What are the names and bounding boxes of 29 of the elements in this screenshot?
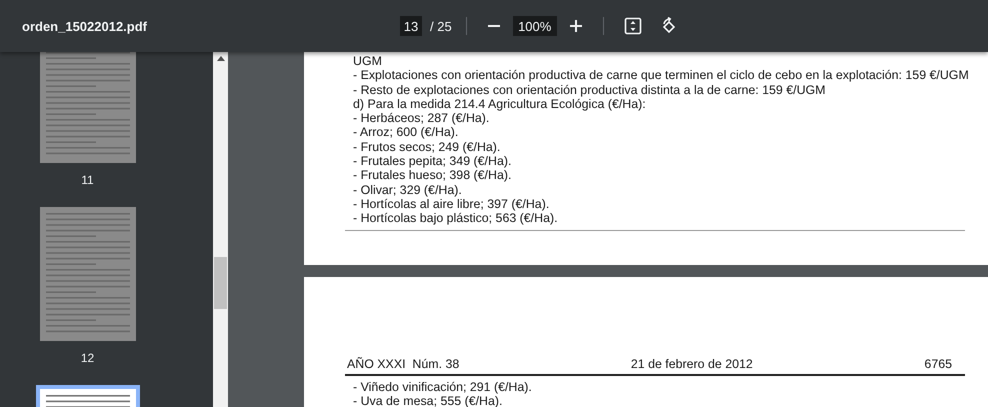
text-line: UGM bbox=[353, 54, 383, 68]
file-name: orden_15022012.pdf bbox=[22, 18, 148, 34]
text-line: - Viñedo vinificación; 291 (€/Ha). bbox=[353, 380, 533, 394]
text-line: - Frutales pepita; 349 (€/Ha). bbox=[353, 154, 512, 168]
page-number: 6765 bbox=[924, 357, 952, 371]
text-line: - Hortícolas al aire libre; 397 (€/Ha). bbox=[353, 196, 550, 212]
zoom-field[interactable]: 100% bbox=[512, 16, 557, 36]
text-line: - Resto de explotaciones con orientación productiva distinta a la de carne: 159 €/UGM bbox=[353, 82, 826, 97]
text-line: - Hortícolas bajo plástico; 563 (€/Ha). bbox=[353, 211, 559, 226]
text-line: - Arroz; 600 (€/Ha). bbox=[353, 125, 460, 140]
issue-date: 21 de febrero de 2012 bbox=[630, 357, 753, 371]
text-line: d) Para la medida 214.4 Agricultura Ecológica (€/Ha): bbox=[353, 96, 647, 112]
scrollbar[interactable] bbox=[213, 52, 228, 407]
text-line: - Olivar; 329 (€/Ha). bbox=[353, 182, 463, 197]
page-thumbnail[interactable] bbox=[40, 207, 136, 341]
scroll-up-icon[interactable] bbox=[216, 56, 224, 61]
issue-number: AÑO XXXI Núm. 38 bbox=[347, 357, 460, 371]
text-line: - Frutales hueso; 398 (€/Ha). bbox=[353, 168, 512, 183]
page-number-label: 12 bbox=[80, 351, 94, 365]
fit-page-icon bbox=[624, 17, 642, 35]
page-total: / 25 bbox=[430, 18, 452, 34]
text-line: - Uva de mesa; 555 (€/Ha). bbox=[353, 394, 502, 407]
scrollbar-thumb[interactable] bbox=[214, 257, 227, 309]
text-line: - Frutos secos; 249 (€/Ha). bbox=[353, 140, 502, 154]
text-line: - Herbáceos; 287 (€/Ha). bbox=[353, 111, 490, 126]
plus-icon bbox=[568, 19, 583, 33]
page-number-field[interactable]: 13 bbox=[400, 16, 422, 36]
page-thumbnail[interactable] bbox=[40, 52, 136, 163]
page-number-label: 11 bbox=[81, 173, 94, 187]
